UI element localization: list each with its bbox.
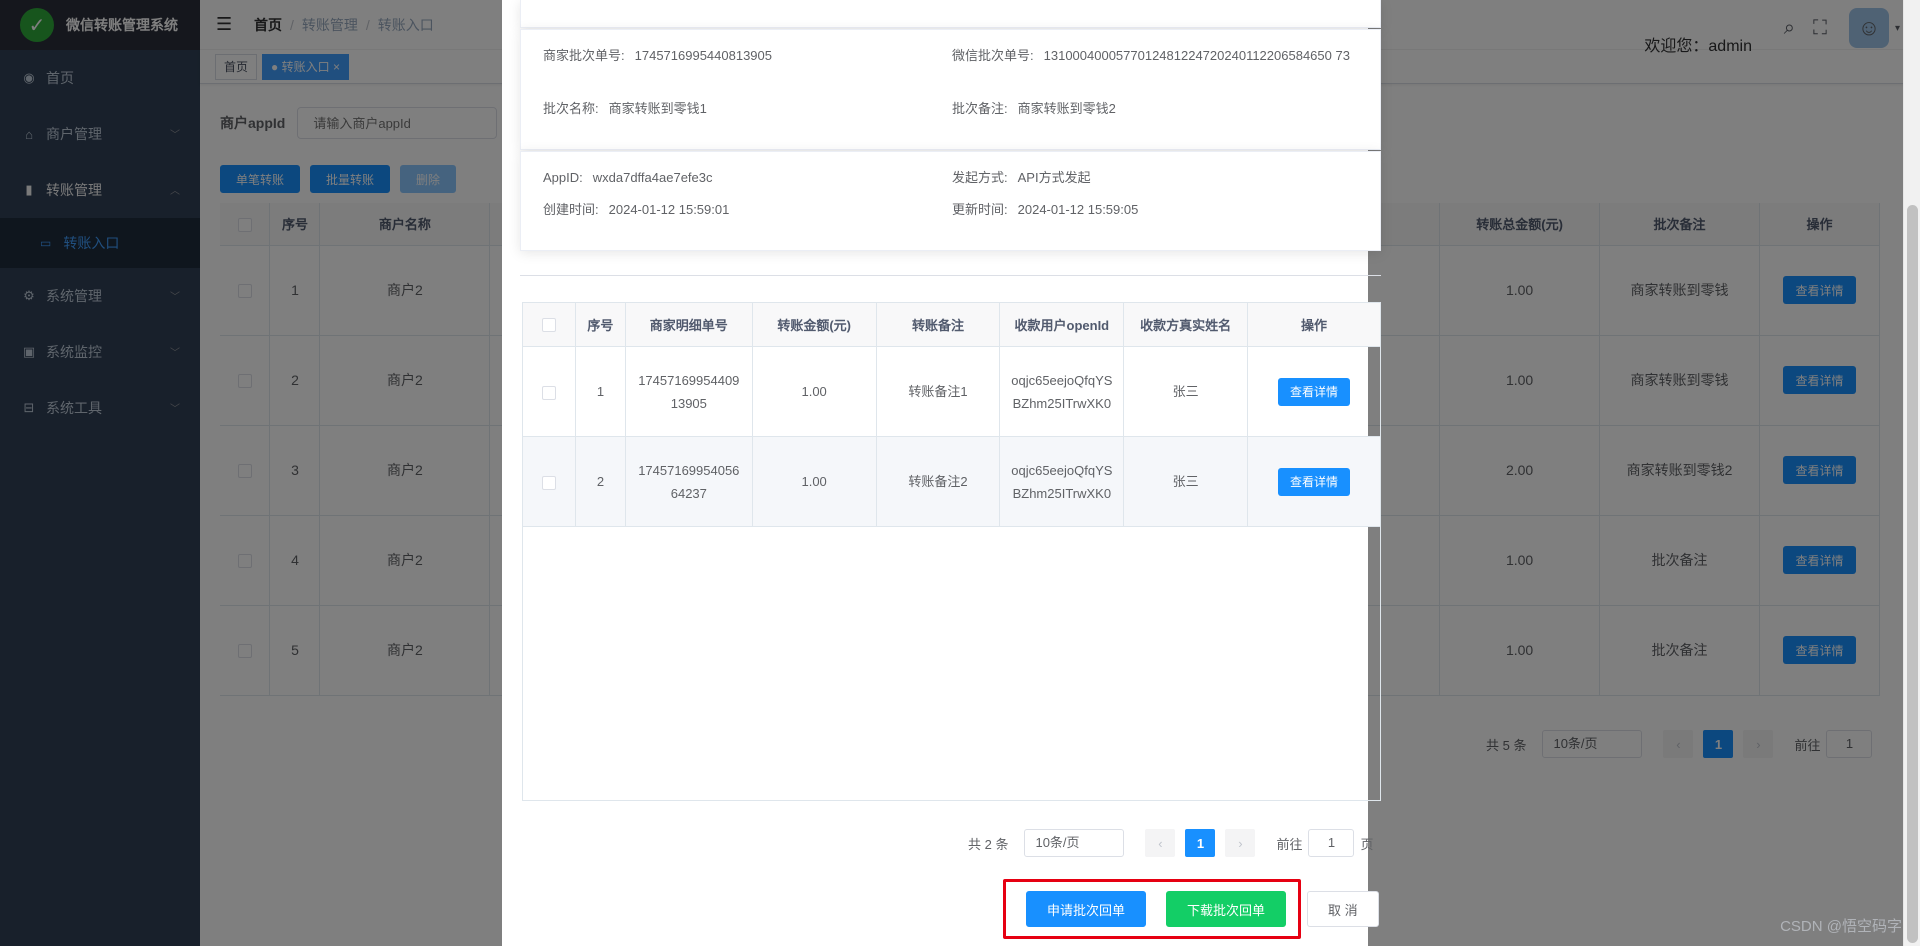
column-header: 收款用户openId (999, 302, 1125, 347)
field-label: 创建时间: (543, 202, 599, 217)
select-all-checkbox[interactable] (522, 302, 576, 347)
launch-mode-field: 发起方式: API方式发起 (952, 168, 1091, 188)
cell-detail-no: 1745716995440913905 (624, 346, 753, 437)
column-header: 收款方真实姓名 (1123, 302, 1249, 347)
row-checkbox[interactable] (522, 346, 576, 437)
view-detail-button[interactable]: 查看详情 (1278, 467, 1351, 496)
field-value: 1310004000577012481224720240112206584650… (1043, 48, 1350, 63)
prev-page-button[interactable]: ‹ (1145, 829, 1176, 857)
page-scrollbar[interactable] (1903, 0, 1920, 946)
field-value: 2024-01-12 15:59:05 (1017, 202, 1139, 217)
table-empty-area (522, 527, 1381, 801)
field-label: AppID: (543, 170, 583, 185)
column-header: 转账备注 (875, 302, 1001, 347)
next-page-button[interactable]: › (1225, 829, 1256, 857)
page-number-button[interactable]: 1 (1185, 829, 1216, 857)
field-value: API方式发起 (1017, 170, 1091, 185)
field-value: 商家转账到零钱1 (608, 101, 707, 116)
field-label: 更新时间: (952, 202, 1008, 217)
cell-amount: 1.00 (751, 346, 877, 437)
cell-amount: 1.00 (751, 436, 877, 527)
goto-label: 前往 (1276, 836, 1303, 852)
cell-remark: 转账备注2 (875, 436, 1001, 527)
field-label: 批次名称: (543, 101, 599, 116)
wx-batch-no-field: 微信批次单号: 131000400057701248122472024011220… (952, 46, 1362, 66)
appid-field: AppID: wxda7dffa4ae7efe3c (543, 168, 713, 188)
row-checkbox[interactable] (522, 436, 576, 527)
pager-total: 共 2 条 (968, 836, 1009, 852)
highlight-box (1003, 879, 1301, 939)
updated-time-field: 更新时间: 2024-01-12 15:59:05 (952, 200, 1138, 220)
field-label: 批次备注: (952, 101, 1008, 116)
batch-no-field: 商家批次单号: 1745716995440813905 (543, 46, 772, 66)
created-time-field: 创建时间: 2024-01-12 15:59:01 (543, 200, 729, 220)
cell-no: 1 (574, 346, 626, 437)
field-value: 商家转账到零钱2 (1017, 101, 1116, 116)
cell-no: 2 (574, 436, 626, 527)
cell-openid: oqjc65eejoQfqYSBZhm25ITrwXK0 (999, 346, 1125, 437)
goto-page-input[interactable]: 1 (1308, 829, 1355, 857)
watermark: CSDN @悟空码字 (1780, 918, 1902, 935)
cancel-button[interactable]: 取 消 (1307, 891, 1379, 927)
column-header: 序号 (574, 302, 626, 347)
dialog-top-card (520, 0, 1381, 28)
table-row: 2 1745716995405664237 1.00 转账备注2 oqjc65e… (522, 436, 1381, 527)
field-value: 2024-01-12 15:59:01 (608, 202, 730, 217)
field-label: 商家批次单号: (543, 48, 625, 63)
field-label: 微信批次单号: (952, 48, 1034, 63)
field-value: 1745716995440813905 (634, 48, 772, 63)
cell-remark: 转账备注1 (875, 346, 1001, 437)
divider (520, 275, 1381, 276)
field-value: wxda7dffa4ae7efe3c (592, 170, 713, 185)
column-header: 操作 (1247, 302, 1381, 347)
cell-openid: oqjc65eejoQfqYSBZhm25ITrwXK0 (999, 436, 1125, 527)
cell-name: 张三 (1123, 346, 1249, 437)
detail-table: 序号 商家明细单号 转账金额(元) 转账备注 收款用户openId 收款方真实姓… (522, 302, 1381, 527)
field-label: 发起方式: (952, 170, 1008, 185)
batch-name-field: 批次名称: 商家转账到零钱1 (543, 99, 707, 119)
column-header: 转账金额(元) (751, 302, 877, 347)
scrollbar-thumb[interactable] (1907, 205, 1918, 943)
page-size-select[interactable]: 10条/页 (1024, 829, 1125, 857)
cell-name: 张三 (1123, 436, 1249, 527)
page-unit-label: 页 (1360, 836, 1374, 852)
table-row: 1 1745716995440913905 1.00 转账备注1 oqjc65e… (522, 346, 1381, 437)
batch-remark-field: 批次备注: 商家转账到零钱2 (952, 99, 1116, 119)
column-header: 商家明细单号 (624, 302, 753, 347)
cell-detail-no: 1745716995405664237 (624, 436, 753, 527)
detail-pagination: 共 2 条 10条/页 ‹ 1 › 前往 1 页 (968, 829, 1374, 857)
view-detail-button[interactable]: 查看详情 (1278, 377, 1351, 406)
